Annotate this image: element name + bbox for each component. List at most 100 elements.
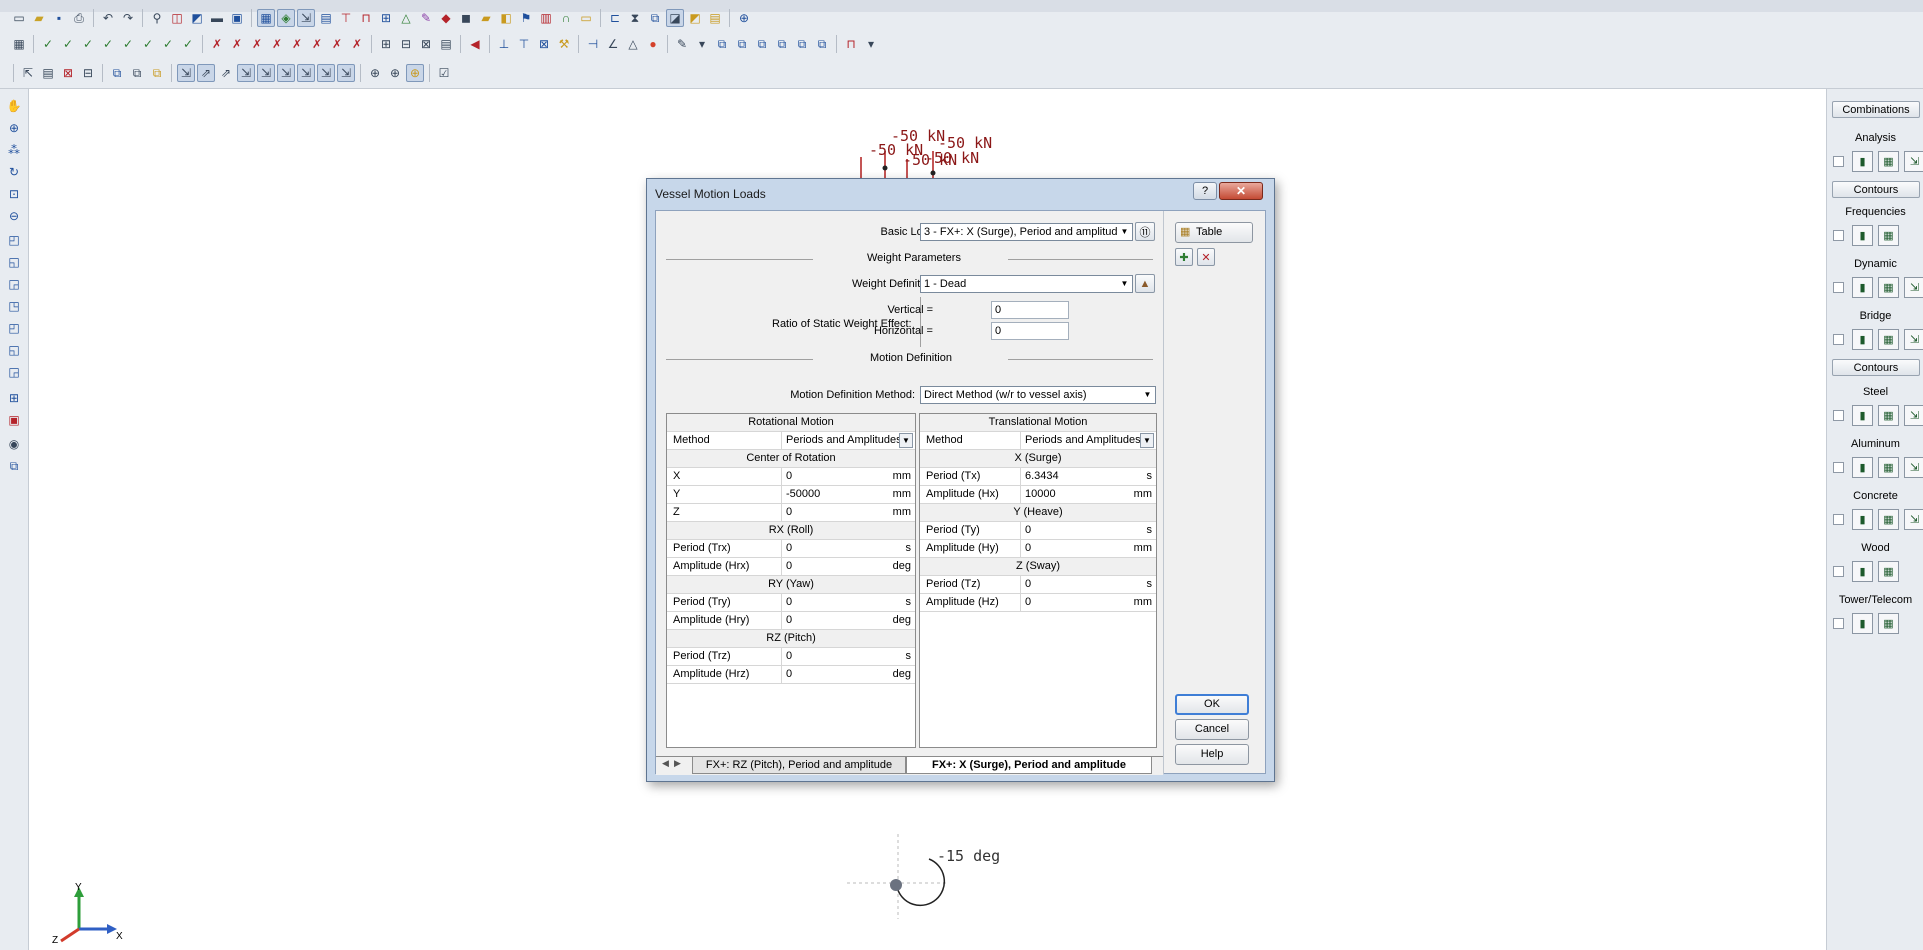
check-6-icon[interactable]: ✓ <box>139 35 157 53</box>
page-icon[interactable]: ▤ <box>317 9 335 27</box>
pointer-icon[interactable]: ⇲ <box>297 9 315 27</box>
nodes-icon[interactable]: ⁂ <box>5 141 23 159</box>
frame-2-icon[interactable]: ⊟ <box>397 35 415 53</box>
zoom-out-icon[interactable]: ⊖ <box>5 207 23 225</box>
truss-icon[interactable]: ⊞ <box>377 9 395 27</box>
iso-4-icon[interactable]: ◳ <box>5 297 23 315</box>
help-title-button[interactable]: ? <box>1193 182 1217 200</box>
copy-5-icon[interactable]: ⧉ <box>793 35 811 53</box>
flag-icon[interactable]: ⚑ <box>517 9 535 27</box>
gallery-icon[interactable]: ⧉ <box>646 9 664 27</box>
close-icon[interactable]: ✕ <box>1219 182 1263 200</box>
copy-2-icon[interactable]: ⧉ <box>733 35 751 53</box>
win-2-icon[interactable]: ⧉ <box>128 64 146 82</box>
cross-8-icon[interactable]: ✗ <box>348 35 366 53</box>
measure-icon[interactable]: ⊣ <box>584 35 602 53</box>
plot-icon[interactable]: ⇲ <box>1904 329 1923 350</box>
cash-icon[interactable]: ▭ <box>577 9 595 27</box>
motion-method-select[interactable]: Direct Method (w/r to vessel axis) ▼ <box>920 386 1156 404</box>
zoom-window-icon[interactable]: ⊡ <box>5 185 23 203</box>
hand-icon[interactable]: ✋ <box>5 97 23 115</box>
open-folder-icon[interactable]: ▰ <box>30 9 48 27</box>
amplitude-hrx-input[interactable]: 0 <box>781 558 885 575</box>
iso-3-icon[interactable]: ◲ <box>5 275 23 293</box>
pick-7-icon[interactable]: ⇲ <box>297 64 315 82</box>
iso-1-icon[interactable]: ◰ <box>5 231 23 249</box>
plot-icon[interactable]: ⇲ <box>1904 277 1923 298</box>
hourglass-icon[interactable]: ⧗ <box>626 9 644 27</box>
period-ty-input[interactable]: 0 <box>1020 522 1126 539</box>
results-table-icon[interactable]: ▦ <box>1878 151 1899 172</box>
results-table-icon[interactable]: ▦ <box>1878 457 1899 478</box>
frequencies-checkbox[interactable] <box>1833 230 1844 241</box>
plot-icon[interactable]: ⇲ <box>1904 151 1923 172</box>
triangle-icon[interactable]: △ <box>624 35 642 53</box>
find-3-icon[interactable]: ⊕ <box>406 64 424 82</box>
globe-icon[interactable]: ⊕ <box>5 119 23 137</box>
amplitude-hry-input[interactable]: 0 <box>781 612 885 629</box>
horizontal-input[interactable]: 0 <box>991 322 1069 340</box>
amplitude-hx-input[interactable]: 10000 <box>1020 486 1126 503</box>
weight-definition-select[interactable]: 1 - Dead ▼ <box>920 275 1133 293</box>
check-icon[interactable]: ✓ <box>39 35 57 53</box>
tab-prev-icon[interactable]: ◀ <box>662 758 669 769</box>
iso-5-icon[interactable]: ◰ <box>5 319 23 337</box>
check-8-icon[interactable]: ✓ <box>179 35 197 53</box>
load-number-button[interactable]: ⑪ <box>1135 222 1155 241</box>
sel-4-icon[interactable]: ⊟ <box>79 64 97 82</box>
dynamic-checkbox[interactable] <box>1833 282 1844 293</box>
plot-icon[interactable]: ⇲ <box>1904 457 1923 478</box>
eye-icon[interactable]: ◉ <box>5 435 23 453</box>
node-icon[interactable]: ⊏ <box>606 9 624 27</box>
results-table-icon[interactable]: ▦ <box>1878 405 1899 426</box>
weight-button[interactable]: ▲ <box>1135 274 1155 293</box>
grid-icon[interactable]: ▦ <box>10 35 28 53</box>
solve-icon[interactable]: ▮ <box>1852 561 1873 582</box>
rotational-method-value[interactable]: Periods and Amplitudes <box>781 432 899 449</box>
bars-icon[interactable]: ▥ <box>537 9 555 27</box>
solve-icon[interactable]: ▮ <box>1852 151 1873 172</box>
find-icon[interactable]: ⊕ <box>366 64 384 82</box>
chart-icon[interactable]: ✎ <box>417 9 435 27</box>
sel-3-icon[interactable]: ⊠ <box>59 64 77 82</box>
checkbox-icon[interactable]: ☑ <box>435 64 453 82</box>
cube-dark-icon[interactable]: ◼ <box>457 9 475 27</box>
iso-6-icon[interactable]: ◱ <box>5 341 23 359</box>
image-view-icon[interactable]: ▣ <box>228 9 246 27</box>
cross-2-icon[interactable]: ✗ <box>228 35 246 53</box>
grid-select-icon[interactable]: ⊞ <box>5 389 23 407</box>
palette-icon[interactable]: ● <box>644 35 662 53</box>
tab-x-surge[interactable]: FX+: X (Surge), Period and amplitude <box>906 757 1152 774</box>
cross-4-icon[interactable]: ✗ <box>268 35 286 53</box>
cancel-button[interactable]: Cancel <box>1175 719 1249 740</box>
results-table-icon[interactable]: ▦ <box>1878 277 1899 298</box>
cross-6-icon[interactable]: ✗ <box>308 35 326 53</box>
period-try-input[interactable]: 0 <box>781 594 885 611</box>
check-7-icon[interactable]: ✓ <box>159 35 177 53</box>
undo-icon[interactable]: ↶ <box>99 9 117 27</box>
pick-2-icon[interactable]: ⇗ <box>197 64 215 82</box>
bridge-checkbox[interactable] <box>1833 334 1844 345</box>
win-3-icon[interactable]: ⧉ <box>148 64 166 82</box>
frame-4-icon[interactable]: ▤ <box>437 35 455 53</box>
results-table-icon[interactable]: ▦ <box>1878 329 1899 350</box>
copy-3-icon[interactable]: ⧉ <box>753 35 771 53</box>
analysis-checkbox[interactable] <box>1833 156 1844 167</box>
table-button[interactable]: ▦ Table <box>1175 222 1253 243</box>
copy-6-icon[interactable]: ⧉ <box>813 35 831 53</box>
table-icon[interactable]: ▤ <box>706 9 724 27</box>
save-icon[interactable]: ▪ <box>50 9 68 27</box>
pick-9-icon[interactable]: ⇲ <box>337 64 355 82</box>
line-icon[interactable]: ▬ <box>208 9 226 27</box>
frame-1-icon[interactable]: ⊞ <box>377 35 395 53</box>
amplitude-hz-input[interactable]: 0 <box>1020 594 1126 611</box>
results-table-icon[interactable]: ▦ <box>1878 509 1899 530</box>
cross-7-icon[interactable]: ✗ <box>328 35 346 53</box>
render-3d-icon[interactable]: ◫ <box>168 9 186 27</box>
pick-1-icon[interactable]: ⇲ <box>177 64 195 82</box>
period-tx-input[interactable]: 6.3434 <box>1020 468 1126 485</box>
win-1-icon[interactable]: ⧉ <box>108 64 126 82</box>
plot-icon[interactable]: ⇲ <box>1904 405 1923 426</box>
center-z-input[interactable]: 0 <box>781 504 885 521</box>
check-3-icon[interactable]: ✓ <box>79 35 97 53</box>
